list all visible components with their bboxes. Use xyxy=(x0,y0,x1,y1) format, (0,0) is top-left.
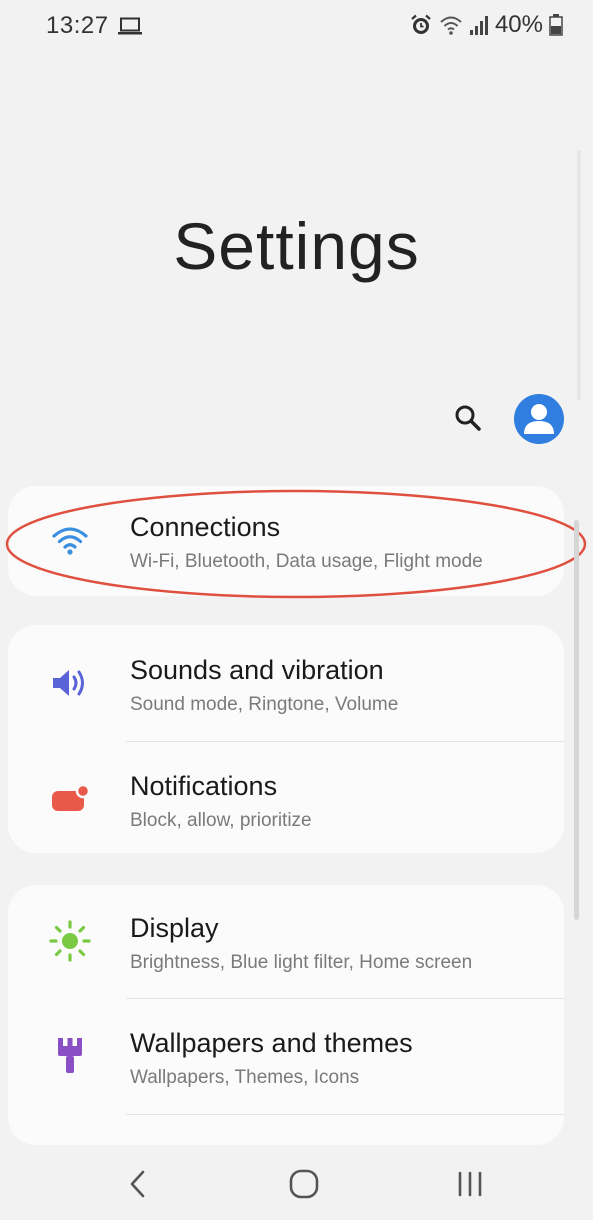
profile-button[interactable] xyxy=(514,394,564,444)
sounds-title: Sounds and vibration xyxy=(130,655,384,685)
sun-icon xyxy=(48,919,92,963)
settings-item-display[interactable]: Display Brightness, Blue light filter, H… xyxy=(8,885,564,999)
speaker-icon xyxy=(48,661,92,705)
notification-icon xyxy=(48,777,92,821)
sounds-notifications-card: Sounds and vibration Sound mode, Rington… xyxy=(8,625,564,853)
wifi-icon xyxy=(440,16,462,35)
back-button[interactable] xyxy=(108,1162,168,1206)
notifications-title: Notifications xyxy=(130,771,278,801)
settings-item-connections[interactable]: Connections Wi-Fi, Bluetooth, Data usage… xyxy=(8,486,564,600)
connections-card: Connections Wi-Fi, Bluetooth, Data usage… xyxy=(8,486,564,596)
recent-apps-button[interactable] xyxy=(440,1162,500,1206)
wallpapers-title: Wallpapers and themes xyxy=(130,1028,413,1058)
wifi-icon xyxy=(48,518,92,562)
status-icons: 40% xyxy=(409,10,563,40)
alarm-icon xyxy=(411,14,431,34)
page-title: Settings xyxy=(173,209,420,283)
scrollbar[interactable] xyxy=(574,520,579,920)
notifications-subtitle: Block, allow, prioritize xyxy=(130,810,312,831)
paintbrush-icon xyxy=(48,1034,92,1078)
laptop-icon xyxy=(118,17,142,35)
battery-percentage: 40% xyxy=(494,11,543,38)
home-button[interactable] xyxy=(274,1162,334,1206)
home-icon xyxy=(289,1169,319,1199)
signal-icon xyxy=(469,16,488,35)
navigation-bar xyxy=(0,1148,593,1220)
settings-item-wallpapers[interactable]: Wallpapers and themes Wallpapers, Themes… xyxy=(8,998,564,1112)
wallpapers-subtitle: Wallpapers, Themes, Icons xyxy=(130,1067,360,1088)
search-button[interactable] xyxy=(448,398,488,438)
divider xyxy=(126,1114,564,1115)
settings-screen: 13:27 40% Settings Connections Wi-Fi, Bl… xyxy=(0,0,593,1220)
display-wallpapers-card: Display Brightness, Blue light filter, H… xyxy=(8,885,564,1145)
status-time: 13:27 xyxy=(46,12,109,39)
display-title: Display xyxy=(130,913,219,943)
profile-icon xyxy=(524,404,554,434)
settings-item-notifications[interactable]: Notifications Block, allow, prioritize xyxy=(8,741,564,855)
battery-icon xyxy=(549,14,563,36)
sounds-subtitle: Sound mode, Ringtone, Volume xyxy=(130,694,399,715)
connections-subtitle: Wi-Fi, Bluetooth, Data usage, Flight mod… xyxy=(130,551,483,572)
search-icon xyxy=(455,405,481,431)
status-bar: 13:27 40% xyxy=(0,0,593,56)
connections-title: Connections xyxy=(130,512,281,542)
back-icon xyxy=(130,1170,145,1198)
recent-apps-icon xyxy=(458,1171,482,1197)
settings-item-sounds[interactable]: Sounds and vibration Sound mode, Rington… xyxy=(8,625,564,739)
display-subtitle: Brightness, Blue light filter, Home scre… xyxy=(130,952,473,973)
